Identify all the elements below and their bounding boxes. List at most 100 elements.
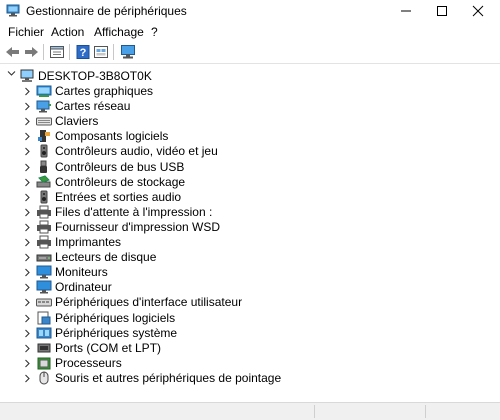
- tree-item[interactable]: Ports (COM et LPT): [0, 341, 320, 356]
- properties-button[interactable]: [48, 44, 66, 60]
- tree-item[interactable]: Contrôleurs de stockage: [0, 175, 320, 190]
- chevron-right-icon[interactable]: [23, 208, 31, 217]
- tree-item[interactable]: Périphériques système: [0, 326, 320, 341]
- chevron-right-icon[interactable]: [23, 344, 31, 353]
- tree-item[interactable]: Moniteurs: [0, 265, 320, 280]
- scan-hardware-icon: [121, 45, 135, 59]
- tree-item[interactable]: Files d'attente à l'impression :: [0, 205, 320, 220]
- scan-hardware-button[interactable]: [119, 44, 137, 60]
- device-manager-app-icon: [6, 4, 20, 17]
- storage-controller-icon: [36, 175, 51, 188]
- tree-item-label: Ordinateur: [55, 280, 112, 295]
- forward-arrow-icon: [25, 47, 38, 57]
- tree-item-label: Ports (COM et LPT): [55, 340, 162, 355]
- tree-item[interactable]: Processeurs: [0, 356, 320, 371]
- menu-action[interactable]: Action: [51, 25, 84, 39]
- usb-icon: [40, 160, 47, 173]
- chevron-right-icon[interactable]: [23, 253, 31, 262]
- printer-icon: [37, 205, 51, 219]
- tree-item[interactable]: Entrées et sorties audio: [0, 190, 320, 205]
- tree-item-label: Fournisseur d'impression WSD: [55, 219, 221, 234]
- processor-icon: [37, 357, 51, 370]
- tree-item-label: Files d'attente à l'impression :: [55, 204, 213, 219]
- chevron-right-icon[interactable]: [23, 87, 31, 96]
- tree-item-label: Entrées et sorties audio: [55, 189, 182, 204]
- minimize-button[interactable]: [388, 0, 424, 22]
- toolbar-separator: [69, 44, 70, 60]
- tree-item-label: Cartes graphiques: [55, 84, 154, 98]
- close-button[interactable]: [460, 0, 500, 22]
- chevron-right-icon[interactable]: [23, 329, 31, 338]
- toolbar-separator: [113, 44, 114, 60]
- menu-affichage[interactable]: Affichage: [94, 25, 144, 39]
- show-hidden-button[interactable]: [92, 44, 110, 60]
- tree-item[interactable]: Cartes réseau: [0, 99, 320, 114]
- window-title: Gestionnaire de périphériques: [26, 4, 187, 18]
- chevron-right-icon[interactable]: [23, 147, 31, 156]
- monitor-icon: [36, 280, 52, 294]
- tree-item-label: Imprimantes: [55, 235, 122, 249]
- maximize-icon: [437, 6, 447, 16]
- hid-icon: [36, 298, 52, 307]
- printer-icon: [37, 220, 51, 234]
- show-hidden-icon: [94, 46, 108, 58]
- chevron-right-icon[interactable]: [23, 374, 31, 383]
- chevron-right-icon[interactable]: [23, 178, 31, 187]
- speaker-icon: [40, 190, 48, 204]
- back-button[interactable]: [4, 44, 22, 60]
- chevron-right-icon[interactable]: [23, 238, 31, 247]
- tree-item[interactable]: Contrôleurs audio, vidéo et jeu: [0, 144, 320, 159]
- tree-item-label: Souris et autres périphériques de pointa…: [55, 370, 282, 385]
- toolbar: ?: [0, 41, 500, 64]
- tree-item[interactable]: Imprimantes: [0, 235, 320, 250]
- chevron-right-icon[interactable]: [23, 117, 31, 126]
- chevron-right-icon[interactable]: [23, 163, 31, 172]
- tree-item[interactable]: Périphériques logiciels: [0, 311, 320, 326]
- chevron-right-icon[interactable]: [23, 283, 31, 292]
- chevron-right-icon[interactable]: [23, 359, 31, 368]
- tree-item[interactable]: Souris et autres périphériques de pointa…: [0, 371, 320, 386]
- help-icon: ?: [76, 45, 90, 59]
- system-device-icon: [36, 327, 52, 339]
- tree-root[interactable]: DESKTOP-3B8OT0K: [0, 68, 300, 84]
- tree-item-label: Lecteurs de disque: [55, 250, 157, 265]
- tree-item[interactable]: Ordinateur: [0, 280, 320, 295]
- chevron-right-icon[interactable]: [23, 223, 31, 232]
- tree-item-label: Contrôleurs audio, vidéo et jeu: [55, 144, 218, 159]
- tree-item-label: Contrôleurs de stockage: [55, 174, 186, 189]
- tree-item-label: Composants logiciels: [55, 129, 169, 144]
- monitor-icon: [36, 265, 52, 279]
- chevron-right-icon[interactable]: [23, 102, 31, 111]
- maximize-button[interactable]: [424, 0, 460, 22]
- status-bar: [0, 402, 500, 420]
- tree-item-label: Contrôleurs de bus USB: [55, 159, 185, 174]
- chevron-down-icon[interactable]: [7, 69, 16, 78]
- software-component-icon: [38, 130, 50, 143]
- tree-item[interactable]: Claviers: [0, 114, 320, 129]
- help-button[interactable]: ?: [74, 44, 92, 60]
- menu-fichier[interactable]: Fichier: [8, 25, 44, 39]
- chevron-right-icon[interactable]: [23, 268, 31, 277]
- tree-item[interactable]: Composants logiciels: [0, 129, 320, 144]
- tree-item[interactable]: Contrôleurs de bus USB: [0, 160, 320, 175]
- tree-item-label: Moniteurs: [55, 265, 108, 280]
- tree-item[interactable]: Fournisseur d'impression WSD: [0, 220, 320, 235]
- mouse-icon: [39, 371, 49, 385]
- close-icon: [472, 5, 484, 17]
- tree-item-label: Périphériques logiciels: [55, 310, 176, 325]
- chevron-right-icon[interactable]: [23, 298, 31, 307]
- printer-icon: [37, 235, 51, 249]
- computer-name: DESKTOP-3B8OT0K: [38, 69, 152, 83]
- forward-button[interactable]: [22, 44, 40, 60]
- keyboard-icon: [36, 117, 52, 126]
- menu-help[interactable]: ?: [151, 25, 158, 39]
- tree-item[interactable]: Lecteurs de disque: [0, 250, 320, 265]
- chevron-right-icon[interactable]: [23, 314, 31, 323]
- chevron-right-icon[interactable]: [23, 132, 31, 141]
- tree-item[interactable]: Cartes graphiques: [0, 84, 320, 99]
- tree-item[interactable]: Périphériques d'interface utilisateur: [0, 295, 320, 310]
- chevron-right-icon[interactable]: [23, 193, 31, 202]
- device-tree: DESKTOP-3B8OT0K Cartes graphiques Cartes …: [0, 64, 500, 402]
- tree-item-label: Périphériques d'interface utilisateur: [55, 295, 243, 310]
- tree-item-label: Processeurs: [55, 355, 122, 370]
